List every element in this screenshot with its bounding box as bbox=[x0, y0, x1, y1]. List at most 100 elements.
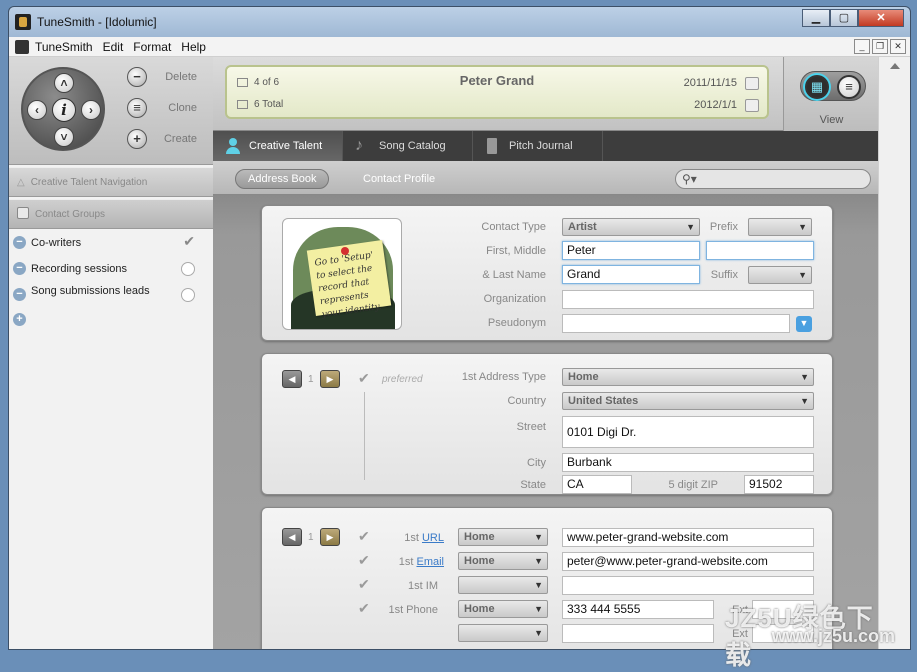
menu-format[interactable]: Format bbox=[133, 40, 171, 54]
email-link[interactable]: Email bbox=[416, 556, 444, 568]
create-button[interactable]: + Create bbox=[127, 129, 203, 151]
organization-input[interactable] bbox=[562, 290, 814, 309]
group-radio[interactable] bbox=[181, 262, 195, 276]
remove-group-icon[interactable]: − bbox=[13, 262, 26, 275]
street-input[interactable]: 0101 Digi Dr. bbox=[562, 416, 814, 448]
record-total: 6 Total bbox=[237, 99, 283, 110]
address-type-select[interactable]: Home bbox=[562, 368, 814, 386]
prev-address-button[interactable]: ◀ bbox=[282, 370, 302, 388]
search-input[interactable]: ⚲▾ bbox=[675, 169, 871, 189]
info-icon[interactable]: i bbox=[52, 98, 76, 122]
menu-help[interactable]: Help bbox=[181, 40, 206, 54]
prev-contact-button[interactable]: ◀ bbox=[282, 528, 302, 546]
url-input[interactable]: www.peter-grand-website.com bbox=[562, 528, 814, 547]
contact-profile-link[interactable]: Contact Profile bbox=[363, 173, 435, 185]
group-radio[interactable] bbox=[181, 288, 195, 302]
scroll-up-icon[interactable] bbox=[890, 63, 900, 69]
email-input[interactable]: peter@www.peter-grand-website.com bbox=[562, 552, 814, 571]
first-name-input[interactable]: Peter bbox=[562, 241, 700, 260]
menu-bar: TuneSmith Edit Format Help _ ❐ ✕ bbox=[9, 37, 910, 57]
email-type-select[interactable]: Home bbox=[458, 552, 548, 570]
mdi-restore-button[interactable]: ❐ bbox=[872, 39, 888, 54]
ext2-label: Ext bbox=[732, 628, 748, 640]
next-contact-button[interactable]: ▶ bbox=[320, 528, 340, 546]
minimize-button[interactable]: ▁ bbox=[802, 9, 830, 27]
delete-icon: − bbox=[127, 67, 147, 87]
clone-button[interactable]: ≡ Clone bbox=[127, 98, 203, 120]
remove-group-icon[interactable]: − bbox=[13, 288, 26, 301]
nav-left-button[interactable]: ‹ bbox=[27, 100, 47, 120]
group-item-recording-sessions[interactable]: − Recording sessions bbox=[9, 257, 213, 283]
zip-input[interactable]: 91502 bbox=[744, 475, 814, 494]
email-prefix: 1st bbox=[398, 556, 414, 568]
checkmark-icon[interactable]: ✔ bbox=[183, 233, 195, 250]
creative-talent-navigation-header[interactable]: △ Creative Talent Navigation bbox=[9, 167, 213, 197]
im-input[interactable] bbox=[562, 576, 814, 595]
clone-label: Clone bbox=[168, 102, 197, 114]
book-icon bbox=[485, 138, 501, 154]
im-type-select[interactable] bbox=[458, 576, 548, 594]
group-item-song-submissions-leads[interactable]: − Song submissions leads bbox=[9, 283, 213, 313]
delete-button[interactable]: − Delete bbox=[127, 67, 203, 89]
preferred-check-icon[interactable]: ✔ bbox=[358, 370, 370, 387]
vertical-scrollbar[interactable] bbox=[878, 57, 910, 649]
suffix-select[interactable] bbox=[748, 266, 812, 284]
middle-name-input[interactable] bbox=[706, 241, 814, 260]
tab-label: Song Catalog bbox=[379, 140, 446, 152]
phone2-type-select[interactable] bbox=[458, 624, 548, 642]
preferred-label: preferred bbox=[382, 374, 423, 385]
title-bar: TuneSmith - [Idolumic] ▁ ▢ ✕ bbox=[9, 7, 910, 37]
create-label: Create bbox=[163, 133, 197, 145]
record-header: 4 of 6 6 Total Peter Grand 2011/11/15 20… bbox=[213, 57, 879, 131]
collapse-icon bbox=[17, 207, 29, 220]
ext-label: Ext bbox=[732, 604, 748, 616]
maximize-button[interactable]: ▢ bbox=[830, 9, 858, 27]
edit-date-icon[interactable] bbox=[745, 99, 759, 112]
window-title: TuneSmith - [Idolumic] bbox=[37, 15, 157, 29]
address-index: 1 bbox=[308, 374, 314, 385]
group-item-co-writers[interactable]: − Co-writers ✔ bbox=[9, 231, 213, 257]
nav-down-button[interactable]: ˅ bbox=[54, 127, 74, 147]
list-view-icon[interactable]: ≡ bbox=[837, 75, 861, 99]
pseudonym-dropdown-icon[interactable]: ▼ bbox=[796, 316, 812, 332]
menu-tunesmith[interactable]: TuneSmith bbox=[35, 40, 93, 54]
address-type-label: 1st Address Type bbox=[461, 371, 546, 383]
contact-methods-card: ◀ 1 ▶ ✔ 1st URL Home www.peter-grand-web… bbox=[261, 507, 833, 649]
record-total-text: 6 Total bbox=[254, 99, 284, 110]
tab-pitch-journal[interactable]: Pitch Journal bbox=[473, 131, 603, 161]
mdi-minimize-button[interactable]: _ bbox=[854, 39, 870, 54]
nav-up-button[interactable]: ˄ bbox=[54, 73, 74, 93]
url-type-select[interactable]: Home bbox=[458, 528, 548, 546]
ext-input[interactable] bbox=[752, 600, 814, 619]
ext2-input[interactable] bbox=[752, 624, 814, 643]
address-book-button[interactable]: Address Book bbox=[235, 169, 330, 189]
tab-song-catalog[interactable]: ♪ Song Catalog bbox=[343, 131, 473, 161]
person-icon bbox=[225, 138, 241, 154]
app-icon bbox=[15, 14, 31, 30]
close-button[interactable]: ✕ bbox=[858, 9, 904, 27]
country-select[interactable]: United States bbox=[562, 392, 814, 410]
main-tabs: Creative Talent ♪ Song Catalog Pitch Jour… bbox=[213, 131, 879, 161]
prefix-select[interactable] bbox=[748, 218, 812, 236]
app-body: ˄ ˅ ‹ › i − Delete ≡ Clone + Create △ Cr… bbox=[9, 57, 879, 649]
view-toggle[interactable]: ▦ ≡ bbox=[800, 71, 866, 101]
remove-group-icon[interactable]: − bbox=[13, 236, 26, 249]
nav-right-button[interactable]: › bbox=[81, 100, 101, 120]
city-input[interactable]: Burbank bbox=[562, 453, 814, 472]
tab-creative-talent[interactable]: Creative Talent bbox=[213, 131, 343, 161]
add-date-icon[interactable] bbox=[745, 77, 759, 90]
pseudonym-input[interactable] bbox=[562, 314, 790, 333]
add-group-icon[interactable]: + bbox=[13, 313, 26, 326]
menu-edit[interactable]: Edit bbox=[103, 40, 124, 54]
record-info-box: 4 of 6 6 Total Peter Grand 2011/11/15 20… bbox=[225, 65, 769, 119]
next-address-button[interactable]: ▶ bbox=[320, 370, 340, 388]
contact-groups-header[interactable]: Contact Groups bbox=[9, 199, 213, 229]
profile-photo[interactable]: Go to 'Setup' to select the record that … bbox=[282, 218, 402, 330]
phone-type-select[interactable]: Home bbox=[458, 600, 548, 618]
delete-label: Delete bbox=[165, 71, 197, 83]
pin-icon bbox=[341, 247, 349, 255]
street-label: Street bbox=[516, 421, 546, 433]
url-link[interactable]: URL bbox=[422, 532, 444, 544]
grid-view-icon[interactable]: ▦ bbox=[805, 75, 829, 99]
mdi-close-button[interactable]: ✕ bbox=[890, 39, 906, 54]
